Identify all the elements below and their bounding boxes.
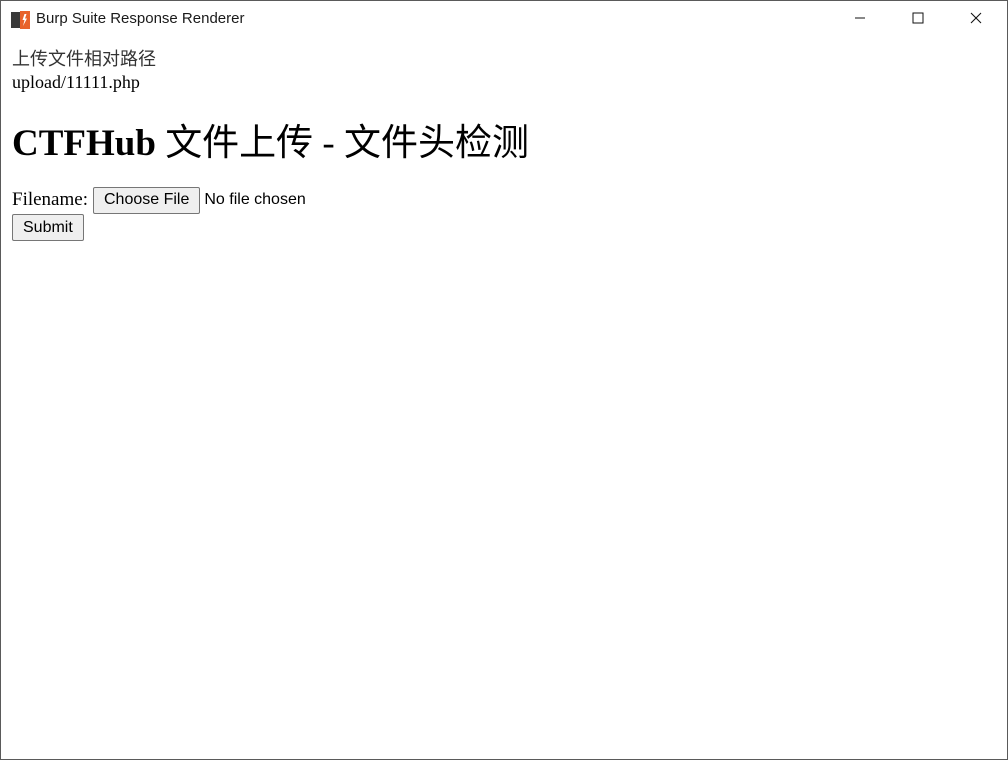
page-title-latin: CTFHub bbox=[12, 123, 166, 164]
close-button[interactable] bbox=[947, 1, 1005, 38]
maximize-icon bbox=[912, 11, 924, 29]
upload-path-label: 上传文件相对路径 bbox=[12, 49, 156, 69]
burp-suite-logo-icon bbox=[11, 11, 31, 29]
minimize-icon bbox=[854, 11, 866, 29]
page-title-cjk: 文件上传 - 文件头检测 bbox=[165, 123, 530, 164]
filename-label: Filename: bbox=[12, 189, 88, 210]
window-title: Burp Suite Response Renderer bbox=[36, 10, 245, 27]
submit-row: Submit bbox=[12, 214, 996, 241]
renderer-window: Burp Suite Response Renderer 上传文件相对路径 up… bbox=[0, 0, 1008, 760]
page-title: CTFHub 文件上传 - 文件头检测 bbox=[12, 120, 996, 168]
file-row: Filename: Choose File No file chosen bbox=[12, 186, 996, 214]
title-bar[interactable]: Burp Suite Response Renderer bbox=[1, 1, 1007, 38]
choose-file-button[interactable]: Choose File bbox=[92, 186, 201, 214]
minimize-button[interactable] bbox=[831, 1, 889, 38]
close-icon bbox=[970, 11, 982, 29]
upload-form: Filename: Choose File No file chosen Sub… bbox=[12, 186, 996, 241]
maximize-button[interactable] bbox=[889, 1, 947, 38]
submit-button[interactable]: Submit bbox=[12, 214, 84, 241]
upload-path-value: upload/11111.php bbox=[12, 72, 140, 92]
file-status-text: No file chosen bbox=[204, 191, 306, 208]
rendered-page: 上传文件相对路径 upload/11111.php CTFHub 文件上传 - … bbox=[12, 47, 996, 241]
